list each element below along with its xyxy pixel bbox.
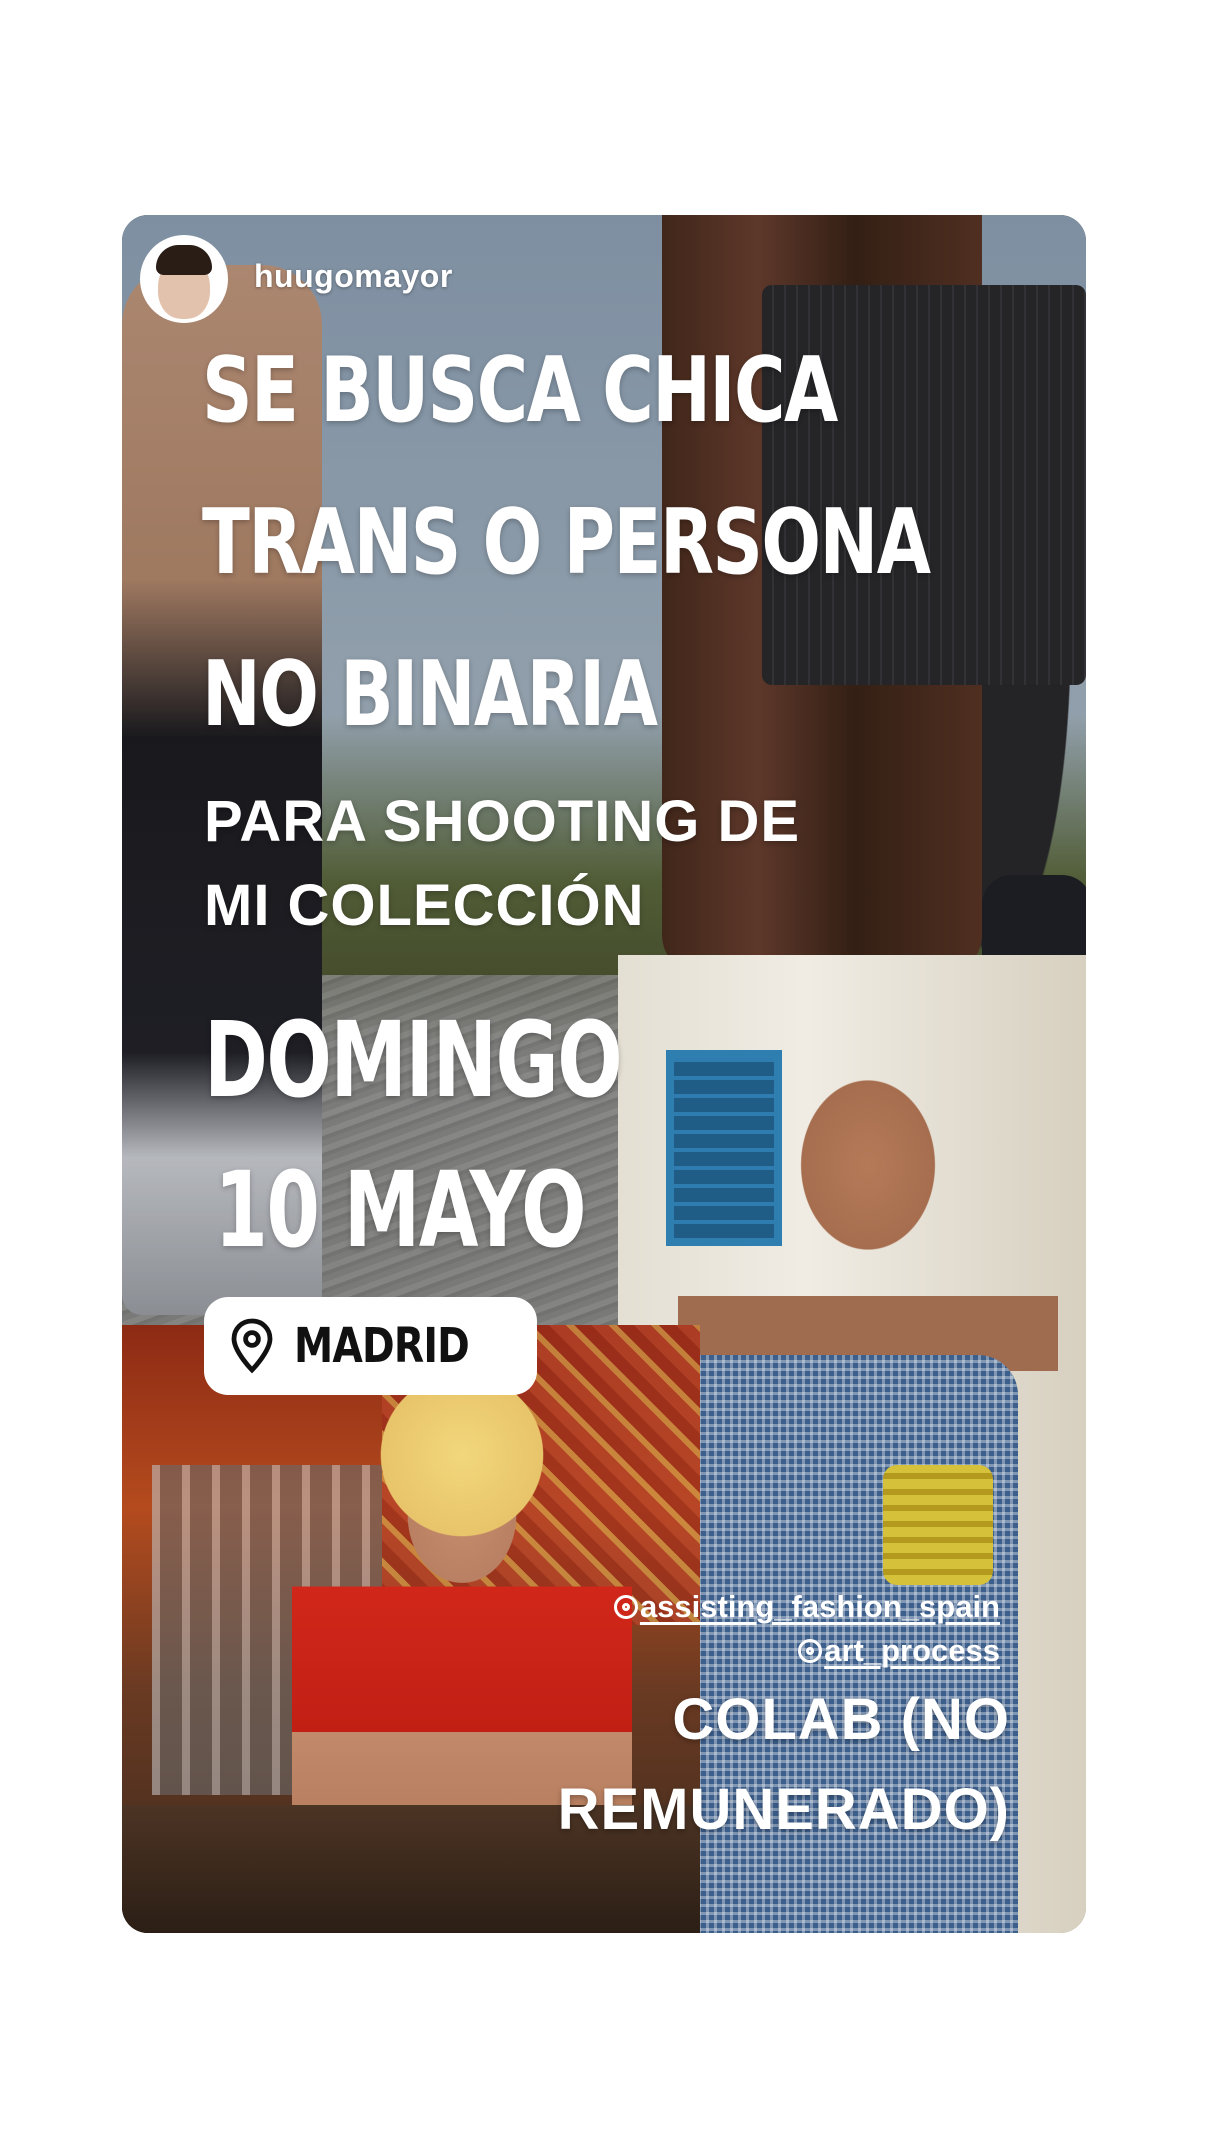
headline-line: NO BINARIA xyxy=(202,642,658,747)
date-line: DOMINGO xyxy=(204,999,623,1121)
username[interactable]: huugomayor xyxy=(254,258,453,295)
mention-link[interactable]: assisting_fashion_spain xyxy=(613,1585,1000,1629)
headline-line: TRANS O PERSONA xyxy=(202,490,931,595)
mention-link[interactable]: art_process xyxy=(614,1629,1000,1673)
colab-line: REMUNERADO) xyxy=(557,1777,1010,1842)
event-date: DOMINGO 10 MAYO xyxy=(204,985,623,1285)
colab-line: COLAB (NO xyxy=(672,1687,1010,1752)
date-line: 10 MAYO xyxy=(214,1149,586,1271)
map-pin-icon xyxy=(231,1318,273,1374)
at-icon xyxy=(798,1639,823,1663)
headline-line: SE BUSCA CHICA xyxy=(202,338,838,443)
headline: SE BUSCA CHICA TRANS O PERSONA NO BINARI… xyxy=(202,315,931,771)
colab-note: COLAB (NO REMUNERADO) xyxy=(558,1675,1010,1855)
mentions: assisting_fashion_spain art_process xyxy=(613,1585,1000,1673)
subhead-line: PARA SHOOTING DE xyxy=(204,789,801,854)
location-label: MADRID xyxy=(294,1318,470,1374)
story-card: huugomayor SE BUSCA CHICA TRANS O PERSON… xyxy=(122,215,1086,1933)
at-icon xyxy=(613,1595,638,1619)
profile-avatar[interactable] xyxy=(144,239,224,319)
location-sticker[interactable]: MADRID xyxy=(204,1297,538,1395)
subhead-line: MI COLECCIÓN xyxy=(204,873,645,938)
subheadline: PARA SHOOTING DE MI COLECCIÓN xyxy=(204,780,800,948)
